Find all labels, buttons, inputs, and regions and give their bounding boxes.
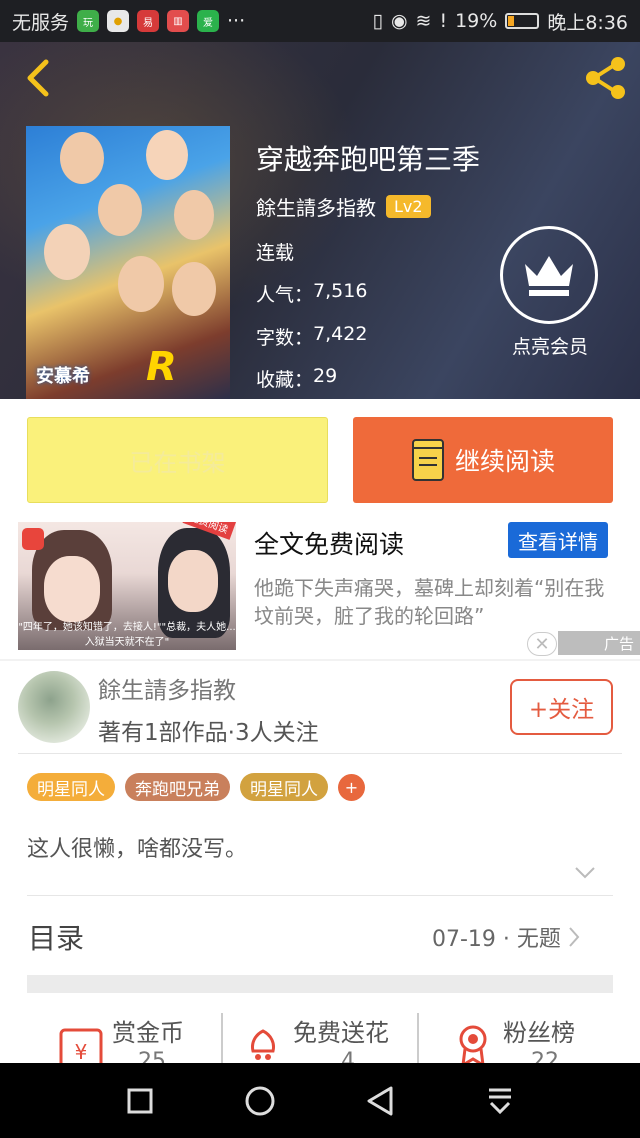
reader-app-icon: ▥ (167, 10, 190, 32)
crown-icon (525, 256, 573, 296)
continue-reading-label: 继续阅读 (454, 447, 555, 476)
section-gap (0, 975, 640, 993)
chevron-left-icon (27, 59, 49, 97)
ad-description: 他跪下失声痛哭，墓碑上却刻着“别在我坟前哭，脏了我的轮回路” (254, 576, 605, 628)
system-nav-bar (0, 1063, 640, 1138)
wifi-icon: ≋ (415, 10, 432, 32)
author-name[interactable]: 餘生請多指教 (256, 192, 376, 221)
book-cover[interactable]: 安慕希 R (26, 126, 230, 399)
book-intro: 这人很懒，啥都没写。 (27, 837, 248, 862)
stats-row: ¥ 赏金币 25 免费送花 4 粉丝榜 22 (0, 993, 640, 1063)
free-flower-value: 4 (341, 1049, 355, 1063)
favorites-count: 收藏： 29 (256, 365, 338, 391)
battery-icon (505, 13, 540, 29)
home-button[interactable] (238, 1079, 282, 1123)
square-icon (127, 1088, 153, 1113)
more-icons: ··· (227, 10, 246, 32)
action-bar: 已在书架 继续阅读 (0, 399, 640, 519)
share-button[interactable] (582, 54, 630, 102)
red-envelope-icon: ¥ (59, 1028, 103, 1063)
svg-text:¥: ¥ (75, 1040, 88, 1063)
flower-icon (251, 1029, 275, 1060)
cover-r-logo: R (146, 344, 177, 390)
alert-icon: ! (439, 10, 448, 32)
triangle-back-icon (367, 1086, 393, 1115)
author-card: 餘生請多指教 著有1部作品·3人关注 +关注 明星同人 奔跑吧兄弟 明星同人 +… (0, 661, 640, 901)
serial-status: 连载 (256, 242, 295, 264)
pull-down-icon (489, 1088, 511, 1114)
circle-icon (245, 1086, 275, 1115)
continue-reading-button[interactable]: 继续阅读 (353, 417, 613, 503)
clock: 晚上8:36 (547, 11, 628, 34)
netease-app-icon: 易 (137, 10, 160, 32)
add-tag-button[interactable]: + (338, 773, 365, 801)
book-header: 安慕希 R 穿越奔跑吧第三季 餘生請多指教 Lv2 连载 人气： 7,516 字数… (0, 42, 640, 399)
author-stats: 著有1部作品·3人关注 (98, 720, 319, 746)
reward-coin-label: 赏金币 (112, 1019, 184, 1047)
ad-app-icon (22, 528, 44, 550)
status-bar: 无服务 玩 ● 易 ▥ 爱 ··· ▯ ◉ ≋ ! 19% 晚上8:36 (0, 0, 640, 42)
share-icon (586, 57, 625, 99)
cover-brand-text: 安慕希 (36, 366, 90, 387)
follow-button[interactable]: +关注 (510, 679, 613, 735)
latest-chapter: 07-19 · 无题 (432, 921, 581, 953)
ad-image[interactable]: 免费阅读 "四年了，她该知错了，去接人!""总裁，夫人她...入狱当天就不在了" (18, 522, 236, 650)
free-flower-label: 免费送花 (293, 1019, 389, 1047)
iqiyi-app-icon: 爱 (197, 10, 220, 32)
chevron-right-icon (569, 927, 580, 947)
back-nav-button[interactable] (358, 1079, 402, 1123)
fan-ranking-value: 22 (531, 1049, 559, 1063)
author-line: 餘生請多指教 Lv2 (256, 192, 431, 221)
battery-percent: 19% (455, 10, 498, 32)
recent-apps-button[interactable] (118, 1079, 162, 1123)
ad-label: 广告 (558, 631, 640, 655)
tag-item[interactable]: 奔跑吧兄弟 (125, 773, 230, 801)
reward-coin-value: 25 (138, 1049, 166, 1063)
game-app-icon: 玩 (77, 10, 100, 32)
ad-image-caption: "四年了，她该知错了，去接人!""总裁，夫人她...入狱当天就不在了" (18, 622, 236, 648)
notification-pulldown-button[interactable] (478, 1079, 522, 1123)
vibrate-icon: ▯ (372, 10, 383, 32)
chevron-down-icon[interactable] (574, 865, 596, 881)
avatar[interactable] (18, 671, 90, 743)
ad-title: 全文免费阅读 (254, 530, 405, 559)
fan-ranking-item[interactable]: 粉丝榜 22 (419, 993, 640, 1063)
vip-label: 点亮会员 (511, 336, 588, 358)
tag-list: 明星同人 奔跑吧兄弟 明星同人 + (27, 773, 365, 801)
level-badge: Lv2 (386, 195, 431, 218)
tag-item[interactable]: 明星同人 (27, 773, 115, 801)
word-count: 字数： 7,422 (256, 323, 368, 349)
catalog-row[interactable]: 目录 07-19 · 无题 (0, 895, 640, 975)
free-flower-item[interactable]: 免费送花 4 (223, 993, 417, 1063)
carrier-text: 无服务 (12, 11, 70, 34)
eye-icon: ◉ (390, 10, 408, 32)
ad-close-button[interactable]: ✕ (527, 632, 557, 656)
vip-button[interactable]: 点亮会员 (500, 226, 600, 359)
on-shelf-button[interactable]: 已在书架 (27, 417, 328, 503)
crown-circle (500, 226, 598, 324)
popularity: 人气： 7,516 (256, 280, 368, 306)
author-name-card[interactable]: 餘生請多指教 (98, 671, 236, 705)
medal-icon (459, 1025, 487, 1063)
latest-chapter-text: 07-19 · 无题 (432, 927, 561, 952)
ad-detail-button[interactable]: 查看详情 (508, 522, 608, 558)
divider (18, 753, 622, 754)
chat-app-icon: ● (107, 10, 130, 32)
ad-banner[interactable]: 免费阅读 "四年了，她该知错了，去接人!""总裁，夫人她...入狱当天就不在了"… (0, 519, 640, 659)
back-button[interactable] (18, 56, 58, 100)
book-title: 穿越奔跑吧第三季 (256, 143, 481, 176)
divider (27, 895, 613, 896)
tag-item[interactable]: 明星同人 (240, 773, 328, 801)
fan-ranking-label: 粉丝榜 (503, 1019, 575, 1047)
reward-coin-item[interactable]: ¥ 赏金币 25 (0, 993, 222, 1063)
book-icon (411, 439, 444, 481)
catalog-title: 目录 (28, 922, 85, 955)
